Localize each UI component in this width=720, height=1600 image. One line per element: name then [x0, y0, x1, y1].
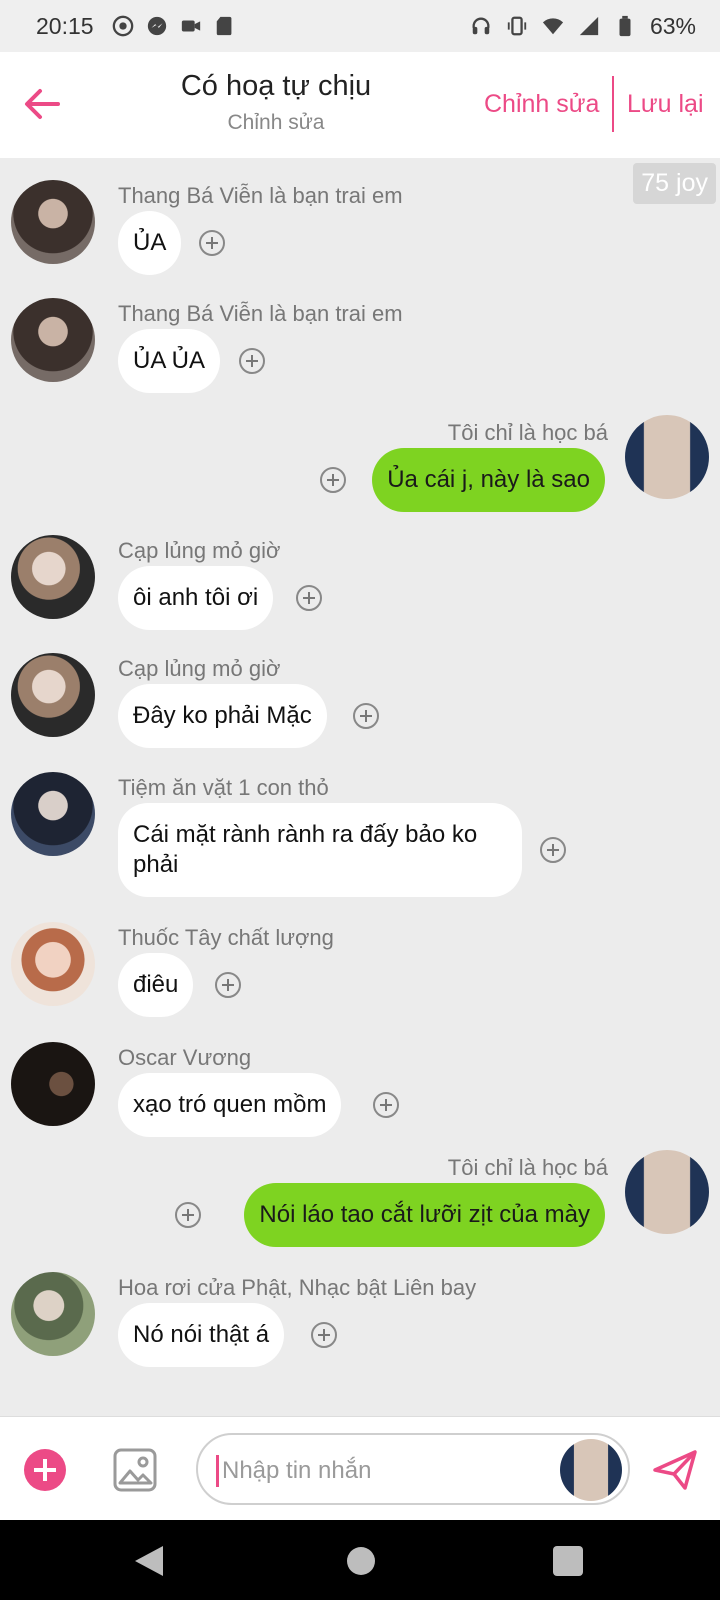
sender-name: Oscar Vương [118, 1045, 252, 1070]
text-caret [216, 1455, 219, 1487]
back-arrow-icon[interactable] [22, 82, 62, 126]
avatar[interactable] [11, 1042, 95, 1126]
message-text: Cái mặt rành rành ra đấy bảo ko phải [133, 821, 478, 878]
status-right-icons: 63% [470, 13, 696, 40]
sender-name: Thuốc Tây chất lượng [118, 925, 334, 950]
message-bubble[interactable]: điêu [118, 953, 194, 1017]
send-icon[interactable] [652, 1449, 698, 1491]
avatar[interactable] [625, 1150, 709, 1234]
add-reaction-icon[interactable] [215, 972, 241, 998]
avatar[interactable] [11, 653, 95, 737]
image-icon[interactable] [112, 1447, 158, 1493]
add-reaction-icon[interactable] [373, 1092, 399, 1118]
avatar[interactable] [11, 1272, 95, 1356]
wifi-icon [542, 18, 564, 35]
add-reaction-icon[interactable] [353, 703, 379, 729]
messenger-icon [147, 16, 166, 36]
joy-badge: 75 joy [633, 163, 716, 204]
message-bubble[interactable]: Nói láo tao cắt lưỡi zịt của mày [244, 1183, 605, 1247]
message-text: ôi anh tôi ơi [133, 584, 259, 611]
avatar[interactable] [11, 298, 95, 382]
signal-icon [579, 16, 599, 36]
message-text: Đây ko phải Mặc [133, 702, 312, 729]
add-reaction-icon[interactable] [199, 230, 225, 256]
message-text: Nói láo tao cắt lưỡi zịt của mày [259, 1201, 590, 1228]
message-input-placeholder: Nhập tin nhắn [222, 1457, 372, 1484]
header-divider [612, 76, 614, 132]
avatar[interactable] [11, 922, 95, 1006]
message-composer: Nhập tin nhắn [0, 1416, 720, 1520]
message-bubble[interactable]: Cái mặt rành rành ra đấy bảo ko phải [118, 803, 522, 897]
message-bubble[interactable]: ỦA [118, 211, 182, 275]
message-bubble[interactable]: Ủa cái j, này là sao [372, 448, 605, 512]
message-text: Ủa cái j, này là sao [387, 466, 590, 493]
sender-avatar[interactable] [560, 1439, 622, 1501]
avatar[interactable] [625, 415, 709, 499]
page-title: Có hoạ tự chịu [180, 70, 372, 102]
chat-header: Có hoạ tự chịu Chỉnh sửa Chỉnh sửa Lưu l… [0, 52, 720, 158]
avatar[interactable] [11, 772, 95, 856]
add-reaction-icon[interactable] [175, 1202, 201, 1228]
vibrate-icon [507, 16, 527, 36]
message-text: Nó nói thật á [133, 1321, 270, 1348]
add-reaction-icon[interactable] [540, 837, 566, 863]
battery-icon [619, 15, 631, 37]
sender-name: Tôi chỉ là học bá [447, 420, 608, 445]
eye-icon [112, 15, 133, 37]
save-button[interactable]: Lưu lại [627, 90, 704, 119]
edit-button[interactable]: Chỉnh sửa [484, 90, 599, 119]
headphones-icon [472, 17, 490, 35]
add-reaction-icon[interactable] [239, 348, 265, 374]
message-bubble[interactable]: xạo tró quen mồm [118, 1073, 342, 1137]
message-text: xạo tró quen mồm [133, 1091, 327, 1118]
sender-name: Thang Bá Viễn là bạn trai em [118, 301, 403, 326]
message-bubble[interactable]: Đây ko phải Mặc [118, 684, 327, 748]
chat-messages[interactable]: Thang Bá Viễn là bạn trai em ỦA Thang Bá… [0, 158, 720, 1416]
nav-home-icon[interactable] [347, 1547, 375, 1575]
avatar[interactable] [11, 180, 95, 264]
sender-name: Cạp lủng mỏ giờ [118, 656, 281, 681]
status-left-icons [112, 15, 236, 37]
status-bar: 20:15 63% [0, 0, 720, 52]
message-text: ỦA ỦA [133, 347, 206, 374]
header-titles: Có hoạ tự chịu Chỉnh sửa [150, 70, 402, 135]
sender-name: Tiệm ăn vặt 1 con thỏ [118, 775, 329, 800]
status-time: 20:15 [36, 12, 94, 39]
message-input[interactable]: Nhập tin nhắn [196, 1433, 630, 1505]
battery-percent: 63% [649, 12, 696, 39]
sd-card-icon [216, 16, 231, 36]
sender-name: Hoa rơi cửa Phật, Nhạc bật Liên bay [118, 1275, 477, 1300]
message-bubble[interactable]: ỦA ỦA [118, 329, 221, 393]
message-bubble[interactable]: Nó nói thật á [118, 1303, 285, 1367]
sender-name: Thang Bá Viễn là bạn trai em [118, 183, 403, 208]
add-reaction-icon[interactable] [296, 585, 322, 611]
sender-name: Tôi chỉ là học bá [447, 1155, 608, 1180]
message-bubble[interactable]: ôi anh tôi ơi [118, 566, 274, 630]
page-subtitle: Chỉnh sửa [227, 111, 325, 134]
message-text: ỦA [133, 229, 167, 256]
sender-name: Cạp lủng mỏ giờ [118, 538, 281, 563]
add-reaction-icon[interactable] [320, 467, 346, 493]
add-button[interactable] [24, 1449, 66, 1491]
message-text: điêu [133, 971, 179, 998]
nav-recents-icon[interactable] [553, 1546, 583, 1576]
system-nav-bar [0, 1520, 720, 1600]
add-reaction-icon[interactable] [311, 1322, 337, 1348]
nav-back-icon[interactable] [135, 1546, 163, 1576]
video-icon [181, 20, 200, 32]
avatar[interactable] [11, 535, 95, 619]
